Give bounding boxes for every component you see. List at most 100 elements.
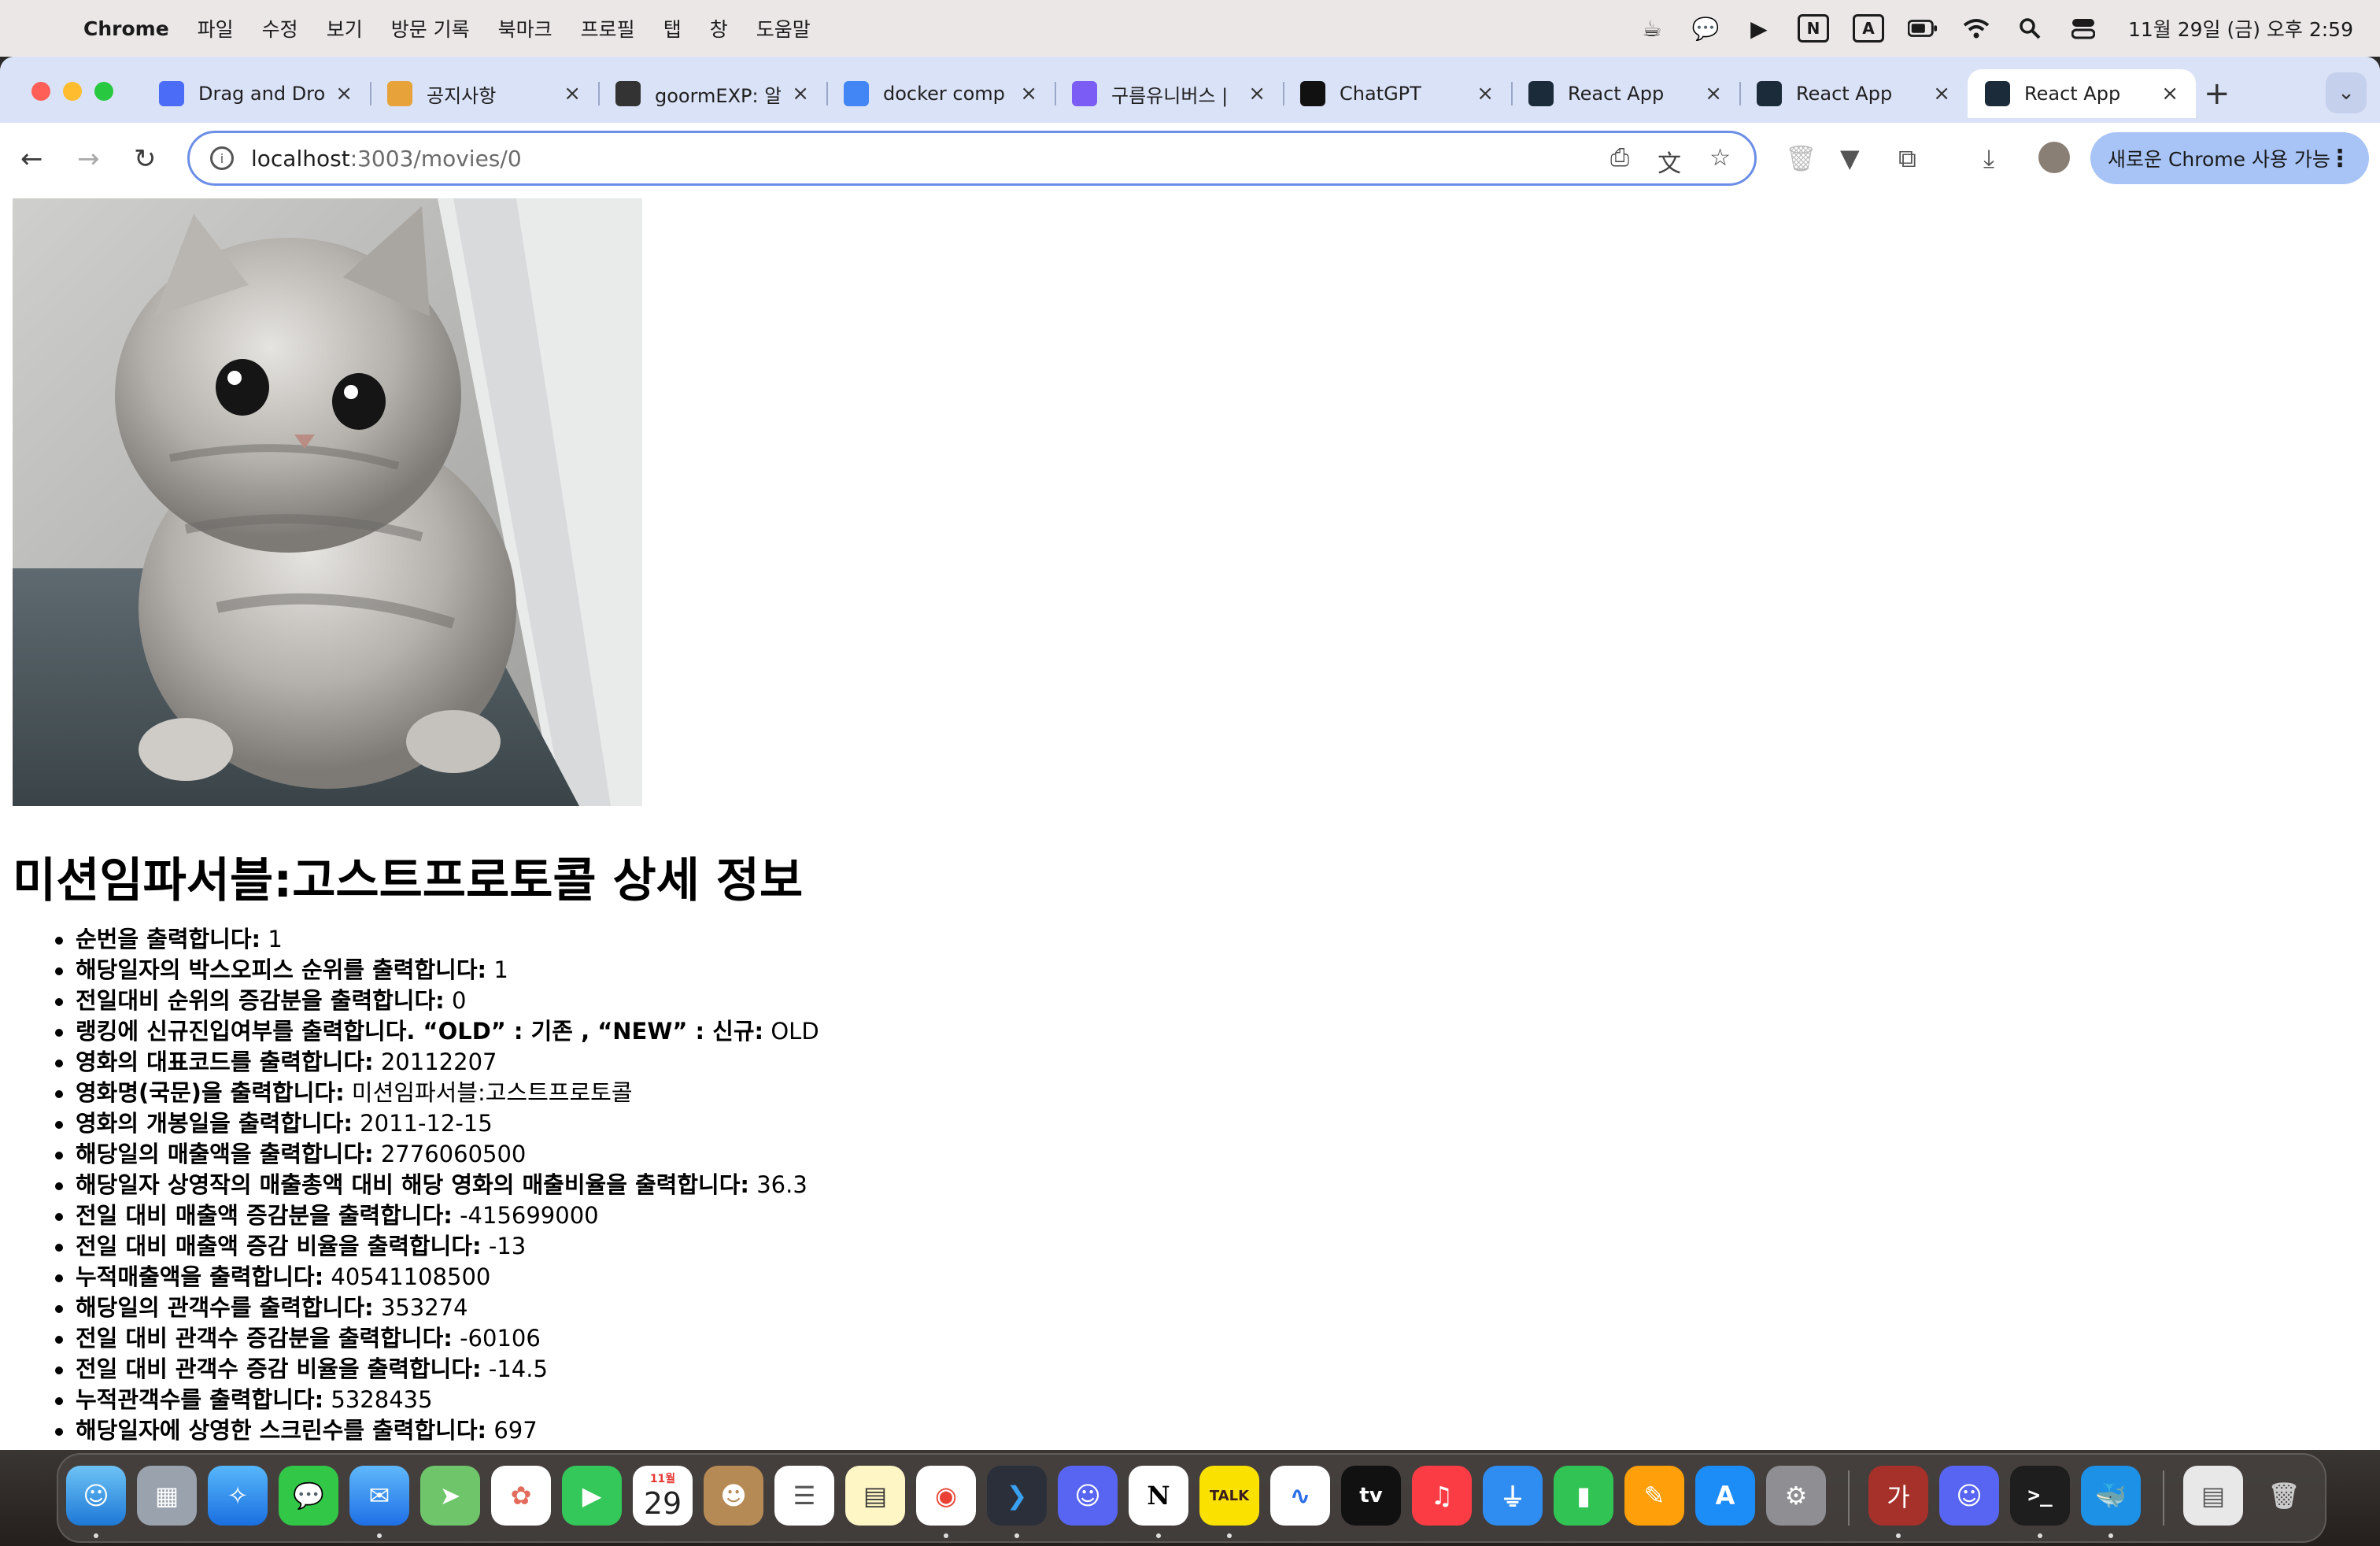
- tab-search-button[interactable]: ⌄: [2326, 72, 2367, 113]
- info-value: 40541108500: [323, 1263, 491, 1290]
- info-value: -415699000: [452, 1202, 599, 1229]
- info-value: 1: [486, 956, 508, 983]
- tab-4[interactable]: docker comp ×: [826, 69, 1055, 118]
- vscode-icon[interactable]: ❯: [987, 1466, 1047, 1526]
- kakaotalk-icon[interactable]: TALK: [1199, 1466, 1259, 1526]
- close-tab-icon[interactable]: ×: [564, 82, 581, 105]
- extension-v-icon[interactable]: ▼: [1840, 143, 1860, 173]
- close-tab-icon[interactable]: ×: [1933, 82, 1950, 105]
- menu-tab[interactable]: 탭: [663, 14, 682, 43]
- contacts-icon[interactable]: ☻: [704, 1466, 763, 1526]
- downloads-stack-icon[interactable]: ▤: [2183, 1466, 2243, 1526]
- music-icon[interactable]: ♫: [1412, 1466, 1472, 1526]
- launchpad-icon[interactable]: ▦: [137, 1466, 197, 1526]
- menu-bookmarks[interactable]: 북마크: [498, 14, 552, 43]
- messages-icon[interactable]: 💬: [279, 1466, 338, 1526]
- trash-icon[interactable]: 🗑: [2254, 1466, 2314, 1526]
- discord-icon[interactable]: ☺: [1058, 1466, 1118, 1526]
- spotlight-search-icon[interactable]: [2015, 13, 2045, 43]
- movie-detail-title: 미션임파서블:고스트프로토콜 상세 정보: [13, 853, 804, 908]
- notion-status-icon[interactable]: N: [1797, 14, 1829, 43]
- docker-icon[interactable]: 🐳: [2081, 1466, 2141, 1526]
- minimize-window-button[interactable]: [63, 82, 82, 101]
- translate-icon[interactable]: 文: [1658, 144, 1681, 179]
- freeform-icon[interactable]: ∿: [1270, 1466, 1330, 1526]
- tab-2[interactable]: 공지사항 ×: [370, 69, 598, 118]
- play-status-icon[interactable]: ▶: [1744, 13, 1774, 43]
- new-tab-button[interactable]: +: [2204, 76, 2230, 112]
- close-tab-icon[interactable]: ×: [335, 82, 353, 105]
- wifi-icon[interactable]: [1961, 13, 1991, 43]
- system-settings-icon[interactable]: ⚙: [1766, 1466, 1826, 1526]
- close-tab-icon[interactable]: ×: [1248, 82, 1266, 105]
- downloads-icon[interactable]: ⤓: [1983, 143, 1994, 174]
- korean-input-app-icon[interactable]: 가: [1868, 1466, 1928, 1526]
- extension-trash-icon[interactable]: 🗑: [1785, 143, 1817, 173]
- bookmark-star-icon[interactable]: ☆: [1709, 144, 1731, 179]
- react-favicon-icon: [1757, 81, 1782, 106]
- maps-icon[interactable]: ➤: [420, 1466, 480, 1526]
- menubar-clock[interactable]: 11월 29일 (금) 오후 2:59: [2128, 14, 2353, 43]
- tab-5[interactable]: 구름유니버스 | ×: [1055, 69, 1283, 118]
- menu-window[interactable]: 창: [710, 14, 728, 43]
- info-label: 영화의 개봉일을 출력합니다:: [76, 1110, 353, 1137]
- chrome-icon[interactable]: ◉: [916, 1466, 976, 1526]
- tab-9[interactable]: React App ×: [1968, 69, 2196, 118]
- battery-icon[interactable]: [1907, 13, 1938, 43]
- close-tab-icon[interactable]: ×: [2161, 82, 2179, 105]
- menu-app-chrome[interactable]: Chrome: [83, 17, 169, 40]
- extensions-puzzle-icon[interactable]: ⧉: [1898, 143, 1916, 174]
- menu-file[interactable]: 파일: [198, 14, 234, 43]
- back-arrow-icon[interactable]: ←: [20, 143, 43, 175]
- coffee-status-icon[interactable]: ☕: [1637, 13, 1667, 43]
- tab-1[interactable]: Drag and Dro ×: [142, 69, 370, 118]
- close-tab-icon[interactable]: ×: [1705, 82, 1722, 105]
- notion-icon[interactable]: N: [1129, 1466, 1188, 1526]
- tab-8[interactable]: React App ×: [1739, 69, 1968, 118]
- control-center-icon[interactable]: [2068, 13, 2098, 43]
- apple-tv-icon[interactable]: tv: [1341, 1466, 1401, 1526]
- reload-icon[interactable]: ↻: [134, 143, 157, 175]
- install-app-icon[interactable]: ⎙: [1610, 144, 1629, 179]
- site-info-icon[interactable]: i: [210, 146, 234, 170]
- profile-avatar[interactable]: [2038, 142, 2070, 173]
- menu-help[interactable]: 도움말: [756, 14, 811, 43]
- reminders-icon[interactable]: ☰: [774, 1466, 834, 1526]
- chat-status-icon[interactable]: 💬: [1691, 13, 1720, 43]
- close-tab-icon[interactable]: ×: [792, 82, 809, 105]
- tab-7[interactable]: React App ×: [1511, 69, 1739, 118]
- input-source-icon[interactable]: A: [1852, 14, 1884, 43]
- chrome-update-button[interactable]: 새로운 Chrome 사용 가능 ⋮: [2090, 132, 2369, 184]
- info-label: 해당일의 관객수를 출력합니다:: [76, 1294, 374, 1321]
- finder-icon[interactable]: ☺: [66, 1466, 126, 1526]
- photos-icon[interactable]: ✿: [491, 1466, 551, 1526]
- movie-info-item: 전일 대비 관객수 증감분을 출력합니다: -60106: [55, 1323, 819, 1354]
- menu-profiles[interactable]: 프로필: [581, 14, 635, 43]
- numbers-icon[interactable]: ▮: [1554, 1466, 1613, 1526]
- more-menu-icon[interactable]: ⋮: [2328, 145, 2352, 172]
- safari-icon[interactable]: ✧: [208, 1466, 268, 1526]
- tab-6[interactable]: ChatGPT ×: [1283, 69, 1511, 118]
- menu-edit[interactable]: 수정: [262, 14, 298, 43]
- page-content: 미션임파서블:고스트프로토콜 상세 정보 순번을 출력합니다: 1 해당일자의 박…: [0, 198, 2380, 1450]
- facetime-icon[interactable]: ▶: [562, 1466, 622, 1526]
- url-text[interactable]: localhost:3003/movies/0: [251, 146, 522, 172]
- zoom-window-button[interactable]: [94, 82, 113, 101]
- keynote-icon[interactable]: ⏚: [1483, 1466, 1543, 1526]
- pages-icon[interactable]: ✎: [1624, 1466, 1684, 1526]
- info-label: 누적관객수를 출력합니다:: [76, 1386, 324, 1413]
- close-tab-icon[interactable]: ×: [1020, 82, 1037, 105]
- terminal-icon[interactable]: >_: [2010, 1466, 2070, 1526]
- close-tab-icon[interactable]: ×: [1476, 82, 1494, 105]
- calendar-icon[interactable]: 11월 29: [633, 1466, 693, 1526]
- close-window-button[interactable]: [31, 82, 50, 101]
- discord-recent-icon[interactable]: ☺: [1939, 1466, 1999, 1526]
- menu-view[interactable]: 보기: [327, 14, 363, 43]
- app-store-icon[interactable]: A: [1695, 1466, 1755, 1526]
- address-bar[interactable]: i localhost:3003/movies/0 ⎙ 文 ☆: [187, 131, 1757, 186]
- forward-arrow-icon[interactable]: →: [77, 143, 100, 175]
- notes-icon[interactable]: ▤: [845, 1466, 905, 1526]
- mail-icon[interactable]: ✉: [349, 1466, 409, 1526]
- tab-3[interactable]: goormEXP: 알 ×: [598, 69, 826, 118]
- menu-history[interactable]: 방문 기록: [391, 14, 470, 43]
